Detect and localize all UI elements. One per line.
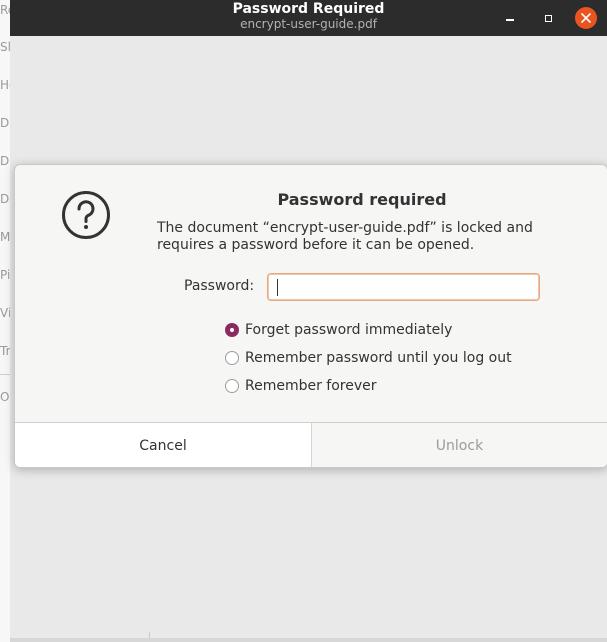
sidebar-fragment: Ho <box>0 78 10 92</box>
radio-remember-forever[interactable]: Remember forever <box>225 376 377 396</box>
close-button[interactable] <box>575 7 597 29</box>
radio-label: Remember password until you log out <box>245 350 512 366</box>
password-input[interactable] <box>267 273 540 301</box>
unlock-button[interactable]: Unlock <box>312 423 607 467</box>
question-circle-icon <box>62 191 110 239</box>
sidebar-fragment: Pi <box>0 268 10 282</box>
minimize-icon <box>506 19 514 21</box>
sidebar-fragment: Do <box>0 154 10 168</box>
radio-button[interactable] <box>225 351 239 365</box>
sidebar-separator <box>0 374 10 375</box>
sidebar-fragment: Vi <box>0 306 10 320</box>
radio-label: Remember forever <box>245 378 377 394</box>
radio-label: Forget password immediately <box>245 322 453 338</box>
password-label: Password: <box>184 278 255 294</box>
radio-forget-immediately[interactable]: Forget password immediately <box>225 320 452 340</box>
maximize-button[interactable] <box>537 7 559 29</box>
close-icon <box>581 13 591 23</box>
sidebar-fragment: Do <box>0 116 10 130</box>
background-sidebar: Re Sl Ho Do Do Do M Pi Vi Tr O <box>0 0 10 642</box>
dialog-header-bar: Password Required encrypt-user-guide.pdf <box>10 0 607 36</box>
sidebar-fragment: Re <box>0 3 10 17</box>
dialog-button-bar: Cancel Unlock <box>15 422 607 467</box>
password-dialog: Password required The document “encrypt-… <box>14 164 607 468</box>
radio-button-checked[interactable] <box>225 323 239 337</box>
sidebar-fragment: M <box>0 230 10 244</box>
dialog-heading: Password required <box>277 190 447 209</box>
sidebar-fragment: Tr <box>0 344 10 358</box>
radio-button[interactable] <box>225 379 239 393</box>
text-caret <box>277 279 278 296</box>
sidebar-fragment: Sl <box>0 40 10 54</box>
sidebar-fragment: O <box>0 390 10 404</box>
sidebar-fragment: Do <box>0 192 10 206</box>
minimize-button[interactable] <box>499 7 521 29</box>
radio-remember-until-logout[interactable]: Remember password until you log out <box>225 348 512 368</box>
status-bar <box>10 638 607 642</box>
dialog-message: The document “encrypt-user-guide.pdf” is… <box>157 220 533 253</box>
maximize-icon <box>544 14 552 22</box>
cancel-button[interactable]: Cancel <box>15 423 312 467</box>
